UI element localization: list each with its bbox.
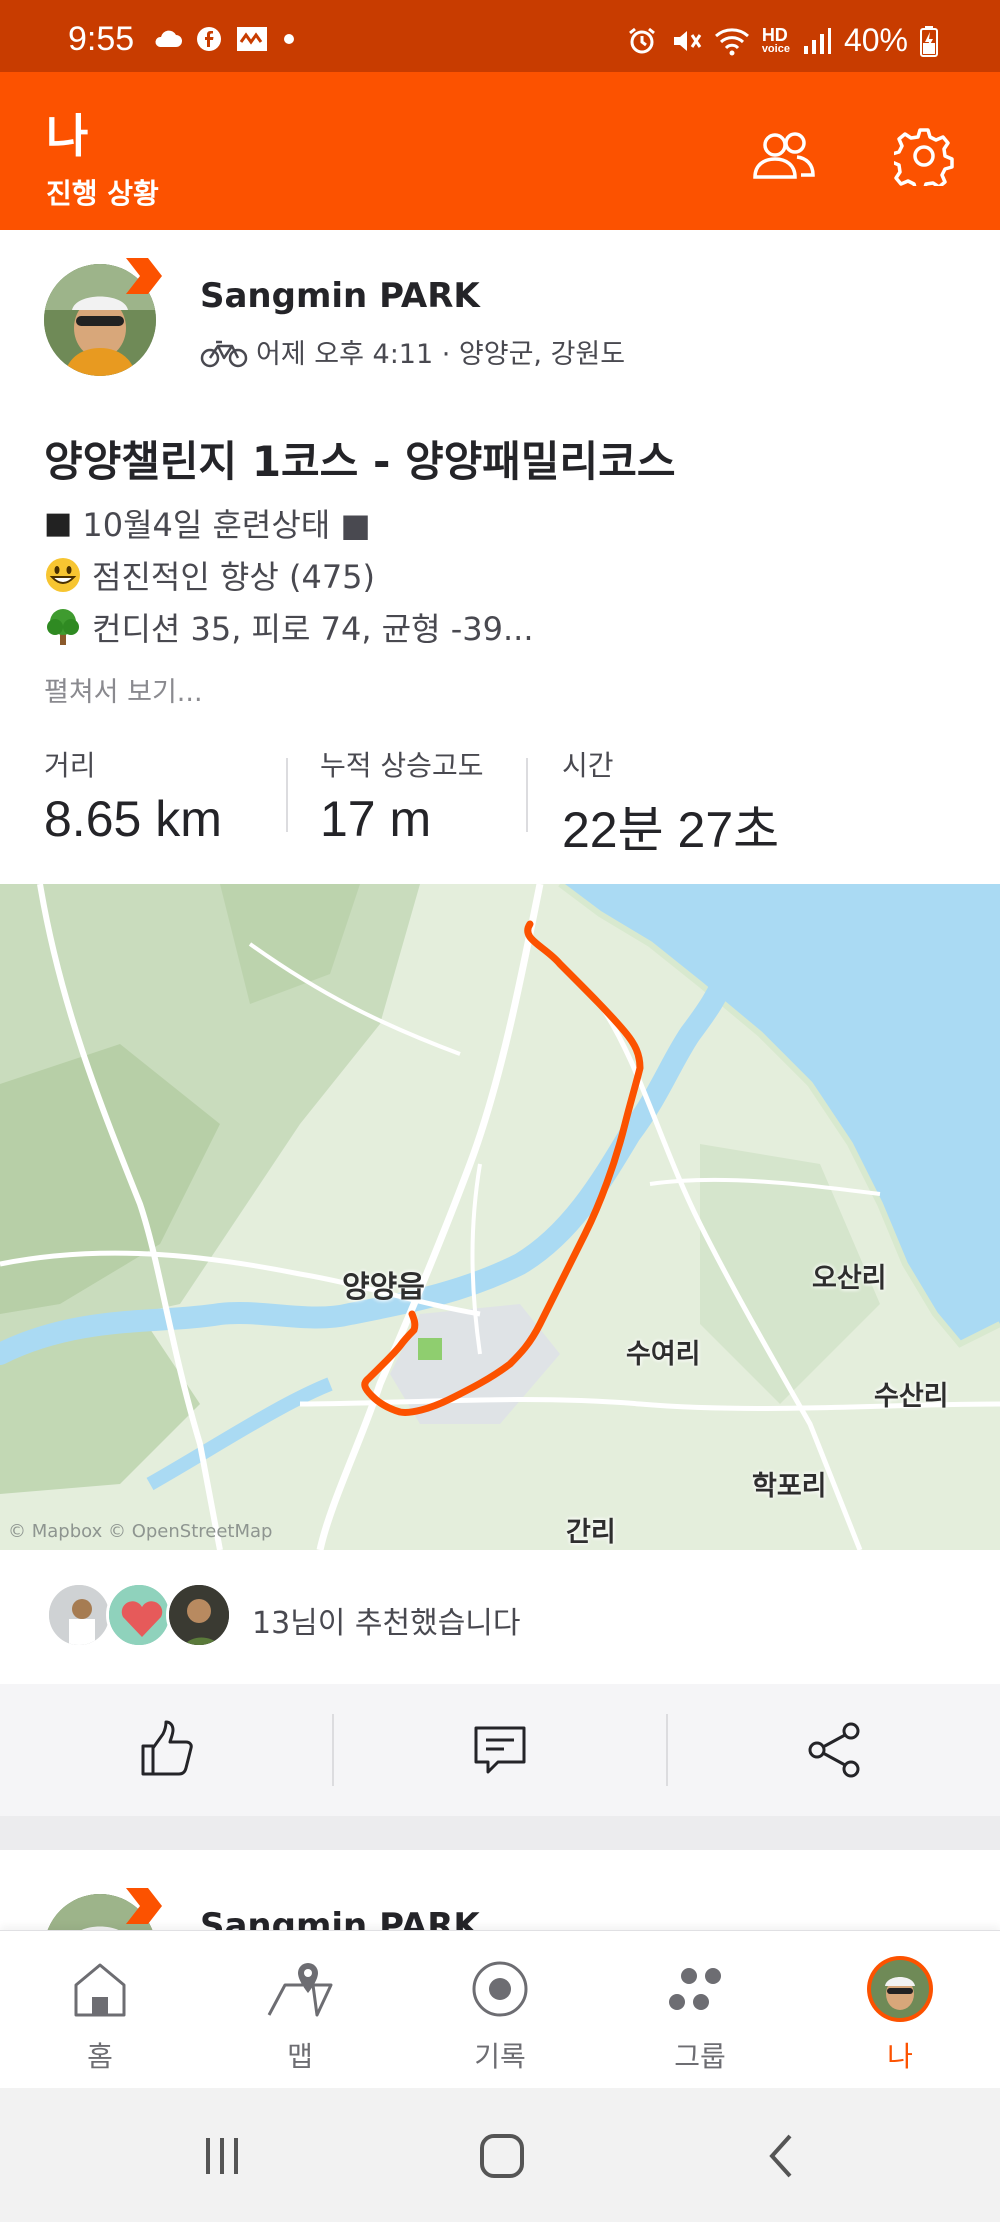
signal-icon bbox=[803, 27, 831, 54]
map-label-ganri: 간리 bbox=[566, 1517, 616, 1548]
app-header: 나 진행 상황 bbox=[0, 72, 1000, 230]
nav-home[interactable]: 홈 bbox=[0, 1931, 200, 2089]
map-label-hakpori: 학포리 bbox=[752, 1471, 827, 1502]
nav-home-label: 홈 bbox=[87, 2040, 113, 2073]
status-notification-icons bbox=[152, 26, 296, 52]
stat-time-value: 22분 27초 bbox=[562, 802, 780, 858]
back-icon bbox=[769, 2134, 792, 2178]
comment-icon bbox=[474, 1726, 525, 1774]
description-text: 컨디션 35, 피로 74, 균형 -39... bbox=[92, 610, 534, 648]
nav-groups[interactable]: 그룹 bbox=[600, 1931, 800, 2089]
share-icon bbox=[808, 1722, 859, 1778]
status-time: 9:55 bbox=[68, 20, 135, 58]
kudos-avatar bbox=[46, 1582, 112, 1648]
cloud-icon bbox=[155, 30, 182, 47]
activity-title[interactable]: 양양챌린지 1코스 - 양양패밀리코스 bbox=[44, 428, 675, 489]
mute-icon bbox=[673, 30, 702, 51]
status-system-icons: HD voice 40% bbox=[626, 22, 938, 59]
nav-you[interactable]: 나 bbox=[800, 1931, 1000, 2089]
activity-meta: 어제 오후 4:11 · 양양군, 강원도 bbox=[200, 332, 625, 371]
profile-avatar bbox=[864, 1953, 936, 2025]
map-label-osanri: 오산리 bbox=[812, 1263, 887, 1294]
nav-map[interactable]: 맵 bbox=[200, 1931, 400, 2089]
bottom-navigation: 홈 맵 기록 그룹 나 bbox=[0, 1930, 1000, 2088]
nav-record[interactable]: 기록 bbox=[400, 1931, 600, 2089]
grinning-face-icon bbox=[46, 558, 80, 592]
home-system-icon bbox=[480, 2134, 524, 2178]
kudos-avatar-photo bbox=[109, 1585, 169, 1645]
nav-groups-label: 그룹 bbox=[674, 2040, 726, 2073]
home-icon bbox=[64, 1953, 136, 2025]
system-navigation-bar bbox=[0, 2088, 1000, 2222]
description-text: 점진적인 향상 (475) bbox=[92, 558, 376, 596]
map-label-suyeori: 수여리 bbox=[626, 1339, 701, 1370]
kudos-avatar-photo bbox=[169, 1585, 229, 1645]
alarm-icon bbox=[628, 27, 655, 53]
recent-apps-button[interactable] bbox=[182, 2118, 262, 2194]
back-button[interactable] bbox=[742, 2118, 822, 2194]
expand-description-link[interactable]: 펼쳐서 보기... bbox=[44, 670, 203, 709]
subscriber-badge-icon bbox=[126, 1888, 162, 1924]
friends-button[interactable] bbox=[748, 120, 820, 192]
stat-distance-label: 거리 bbox=[44, 749, 96, 782]
battery-charging-icon bbox=[920, 25, 938, 57]
nav-record-label: 기록 bbox=[474, 2040, 526, 2073]
thumbs-up-icon bbox=[141, 1720, 193, 1776]
description-text: 10월4일 훈련상태 ■ bbox=[82, 506, 371, 544]
dot-icon bbox=[284, 34, 294, 44]
status-bar: 9:55 HD voice 40% bbox=[0, 0, 1000, 72]
map-canvas bbox=[0, 884, 1000, 1550]
hd-voice-indicator: HD voice bbox=[762, 26, 790, 55]
description-line: 점진적인 향상 (475) bbox=[44, 552, 375, 598]
wifi-icon bbox=[714, 27, 749, 55]
next-activity-card[interactable]: Sangmin PARK bbox=[0, 1850, 1000, 1930]
map-icon bbox=[264, 1953, 336, 2025]
page-title: 나 bbox=[46, 109, 89, 163]
voice-label: voice bbox=[761, 43, 790, 55]
athlete-name[interactable]: Sangmin PARK bbox=[200, 276, 480, 316]
hd-label: HD bbox=[761, 25, 788, 45]
stat-time-label: 시간 bbox=[562, 749, 614, 782]
kudos-count-text[interactable]: 13님이 추천했습니다 bbox=[252, 1598, 521, 1642]
bike-icon bbox=[200, 340, 248, 367]
stat-elevation-label: 누적 상승고도 bbox=[320, 749, 484, 782]
kudos-button[interactable] bbox=[0, 1684, 333, 1816]
comment-button[interactable] bbox=[333, 1684, 666, 1816]
map-label-town: 양양읍 bbox=[342, 1270, 425, 1305]
battery-percent: 40% bbox=[843, 22, 908, 58]
description-line: 컨디션 35, 피로 74, 균형 -39... bbox=[44, 604, 534, 650]
stat-distance-value: 8.65 km bbox=[44, 791, 222, 847]
kudos-avatar-photo bbox=[49, 1585, 109, 1645]
friends-icon bbox=[753, 132, 815, 179]
map-label-susanri: 수산리 bbox=[874, 1381, 949, 1412]
athlete-name[interactable]: Sangmin PARK bbox=[200, 1906, 480, 1930]
kudos-row[interactable]: 13님이 추천했습니다 bbox=[0, 1550, 1000, 1684]
activity-time-location: 어제 오후 4:11 · 양양군, 강원도 bbox=[256, 339, 626, 370]
nav-map-label: 맵 bbox=[287, 2040, 313, 2073]
record-icon bbox=[464, 1953, 536, 2025]
page-subtitle[interactable]: 진행 상황 bbox=[46, 172, 159, 212]
recent-apps-icon bbox=[206, 2138, 238, 2174]
action-bar bbox=[0, 1684, 1000, 1816]
app-notification-icon bbox=[237, 27, 267, 51]
groups-icon bbox=[664, 1953, 736, 2025]
stat-divider bbox=[526, 758, 528, 832]
facebook-icon bbox=[197, 27, 221, 51]
activity-map[interactable]: 양양읍 오산리 수여리 수산리 학포리 간리 © Mapbox © OpenSt… bbox=[0, 884, 1000, 1550]
map-attribution[interactable]: © Mapbox © OpenStreetMap bbox=[8, 1521, 272, 1542]
share-button[interactable] bbox=[667, 1684, 1000, 1816]
nav-you-label: 나 bbox=[887, 2040, 913, 2073]
stat-divider bbox=[286, 758, 288, 832]
subscriber-badge-icon bbox=[126, 258, 162, 294]
kudos-avatar bbox=[106, 1582, 172, 1648]
gear-icon bbox=[894, 128, 954, 186]
home-system-button[interactable] bbox=[462, 2118, 542, 2194]
settings-button[interactable] bbox=[888, 120, 960, 192]
description-line: ■ 10월4일 훈련상태 ■ bbox=[44, 500, 371, 546]
feed-separator bbox=[0, 1816, 1000, 1850]
square-emoji: ■ bbox=[44, 505, 73, 541]
stat-elevation-value: 17 m bbox=[320, 791, 432, 847]
kudos-avatar bbox=[166, 1582, 232, 1648]
tree-icon bbox=[47, 609, 79, 645]
